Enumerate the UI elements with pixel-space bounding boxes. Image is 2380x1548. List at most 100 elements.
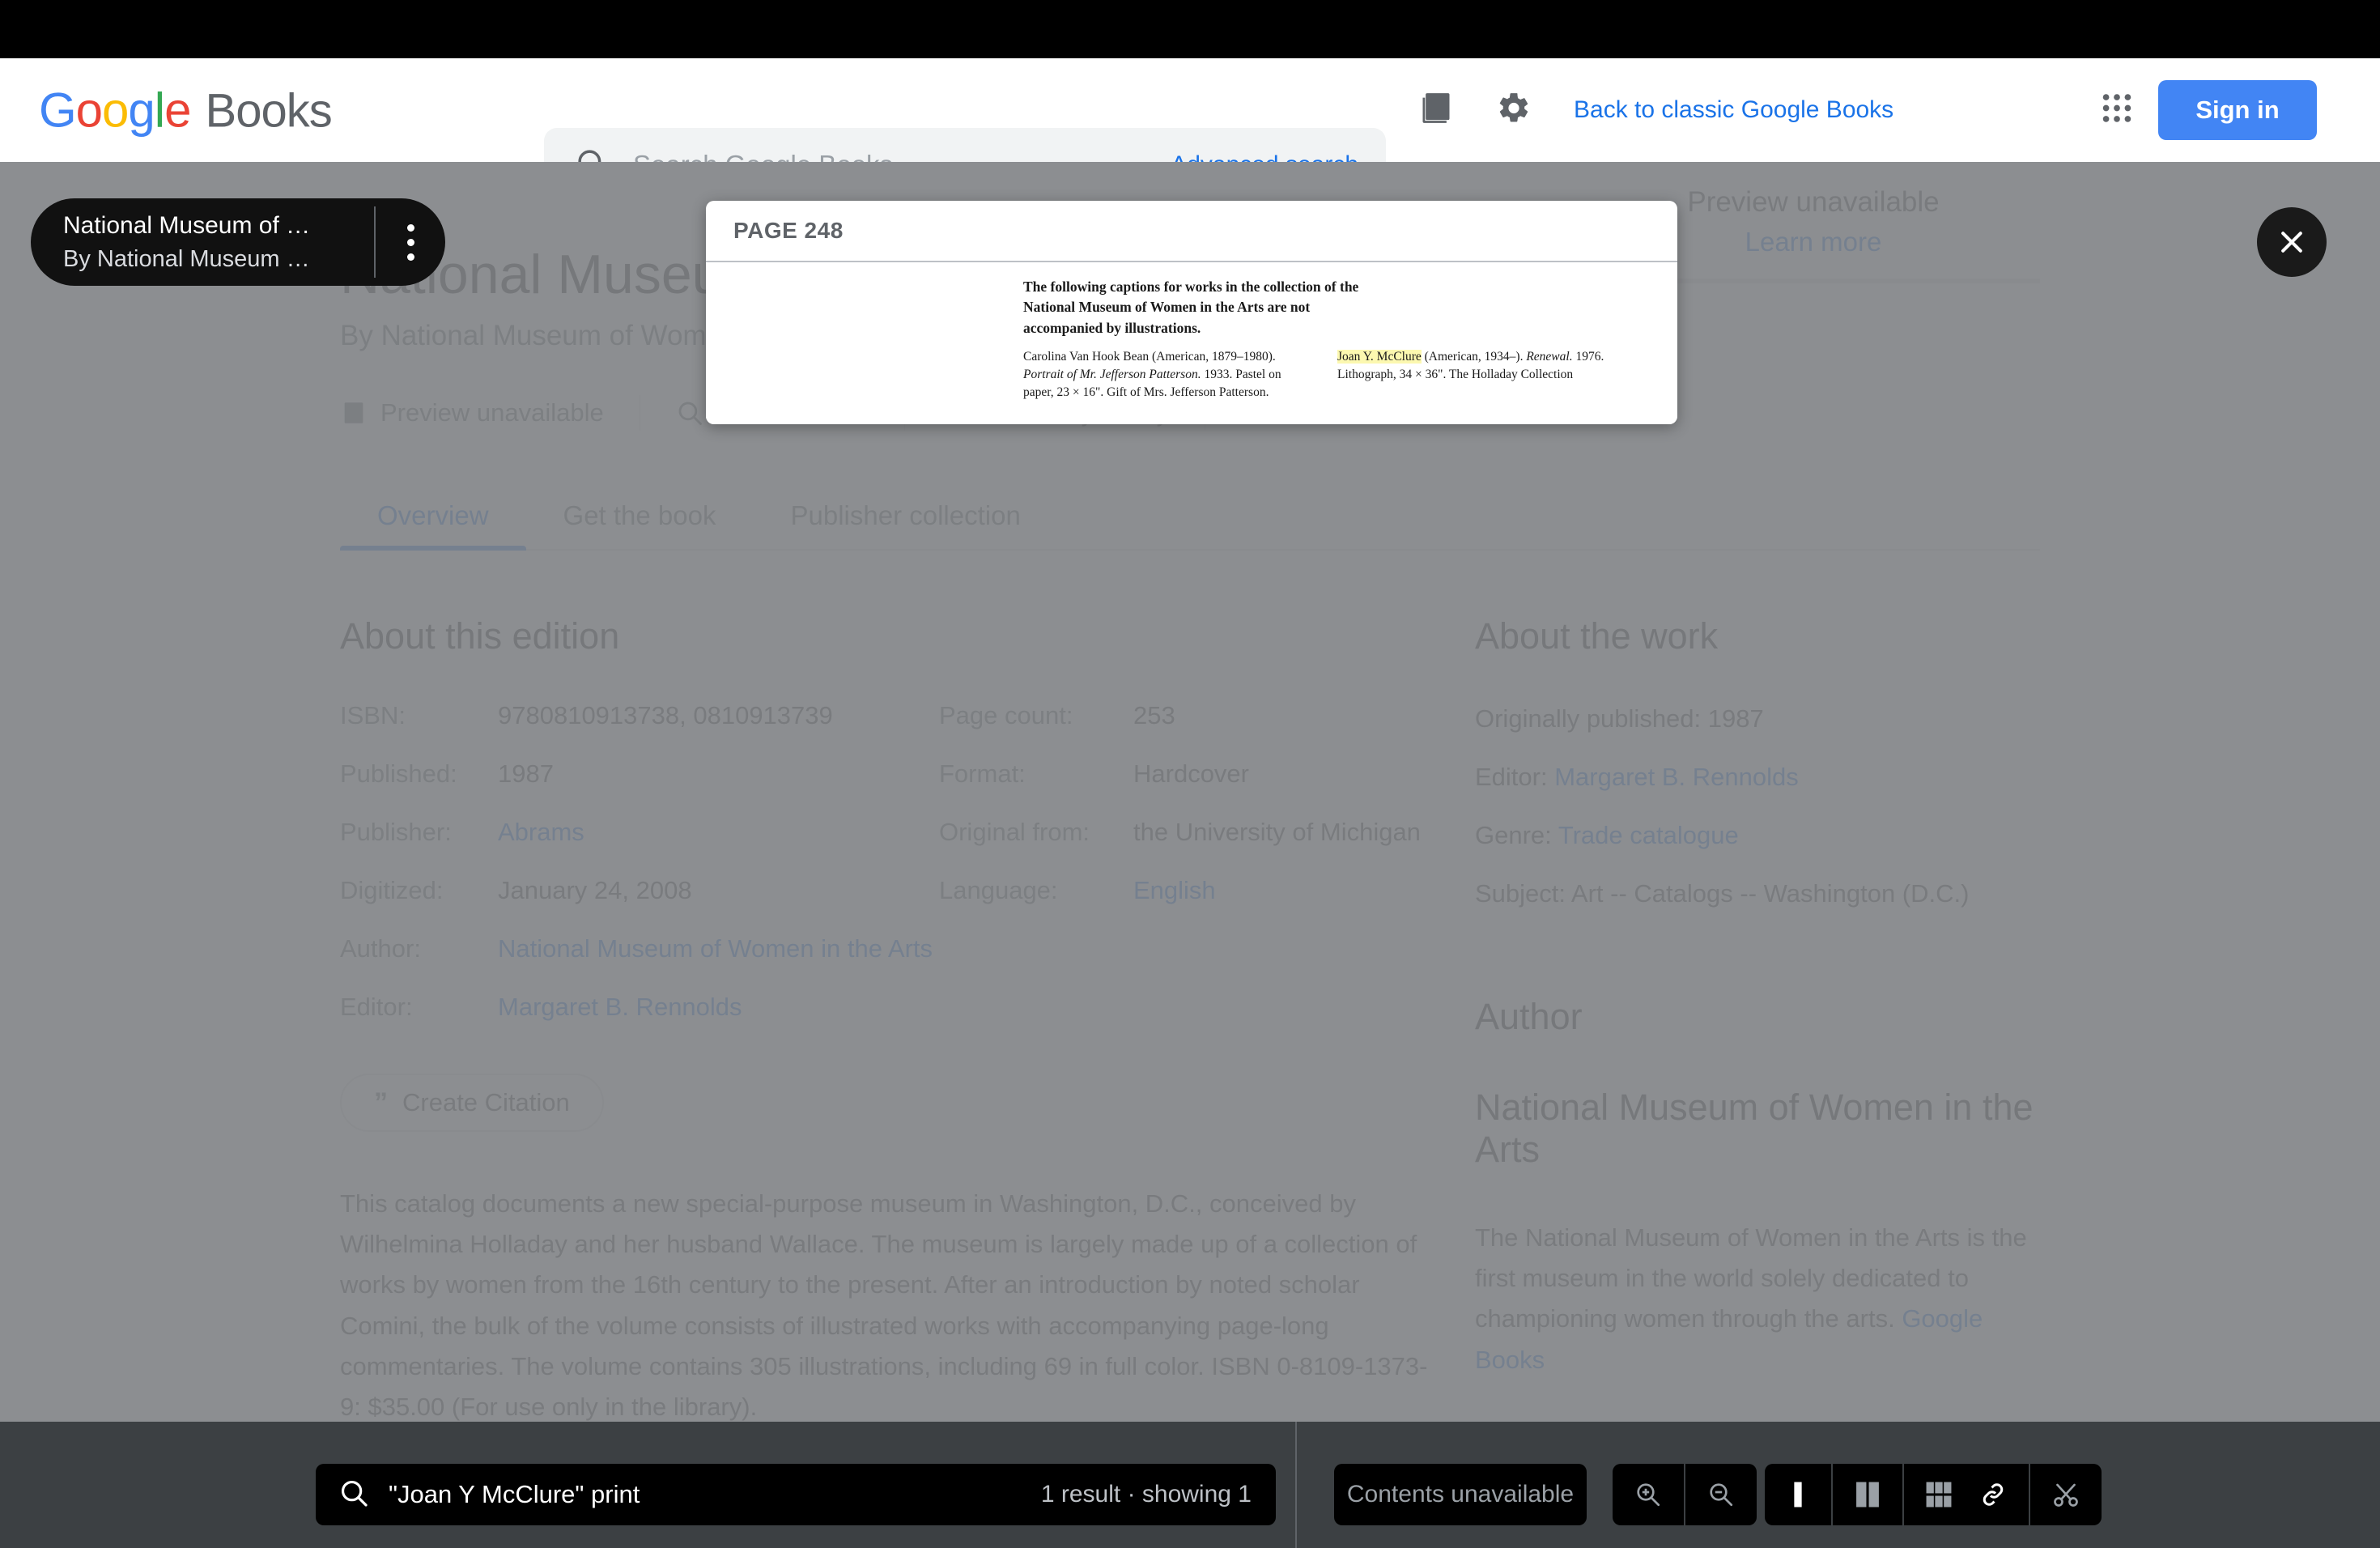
tab-publisher-collection[interactable]: Publisher collection (754, 500, 1058, 549)
tab-get-the-book[interactable]: Get the book (526, 500, 754, 549)
work-meta-subject: Subject: Art -- Catalogs -- Washington (… (1475, 879, 2042, 908)
work-meta-value-link[interactable]: Trade catalogue (1558, 821, 1739, 849)
more-vertical-icon[interactable] (376, 223, 445, 261)
contents-unavailable-button[interactable]: Contents unavailable (1334, 1464, 1587, 1525)
meta-value: 253 (1133, 701, 1175, 729)
close-button[interactable] (2257, 207, 2327, 277)
dot (406, 238, 414, 246)
in-book-search-query[interactable]: "Joan Y McClure" print (389, 1480, 1041, 1509)
work-meta-editor: Editor: Margaret B. Rennolds (1475, 763, 2042, 792)
snippet-caption-right: Joan Y. McClure (American, 1934–). Renew… (1337, 348, 1629, 384)
zoom-out-button[interactable] (1685, 1464, 1757, 1525)
about-this-edition-section: About this edition ISBN: 9780810913738, … (340, 615, 1441, 1422)
zoom-out-icon (1710, 1483, 1733, 1507)
meta-value-publisher-link[interactable]: Abrams (498, 818, 939, 847)
logo-letter-o2: o (102, 83, 129, 138)
link-button[interactable] (1957, 1464, 2029, 1525)
chip-author: By National Museum … (63, 245, 310, 272)
book-tabs: Overview Get the book Publisher collecti… (340, 486, 2040, 551)
meta-key-empty (939, 993, 1133, 1022)
share-tools-button-group (1957, 1464, 2102, 1525)
meta-key: Published: (340, 759, 457, 788)
about-the-work-section: About the work Originally published: 198… (1475, 615, 2042, 1422)
meta-key-empty (939, 934, 1133, 963)
meta-value-empty (1133, 993, 1441, 1022)
two-page-view-button[interactable] (1833, 1464, 1902, 1525)
meta-key: Editor: (340, 993, 413, 1021)
snippet-page-label: PAGE 248 (733, 218, 844, 243)
sign-in-button[interactable]: Sign in (2158, 80, 2317, 140)
snippet-page-image: The following captions for works in the … (706, 262, 1677, 424)
book-description: This catalog documents a new special-pur… (340, 1189, 1428, 1422)
meta-key: Author: (340, 934, 421, 963)
create-citation-button[interactable]: ” Create Citation (340, 1074, 604, 1132)
meta-key: Digitized: (340, 876, 444, 904)
caption-work-title: Renewal. (1526, 350, 1573, 364)
apps-grid-icon[interactable] (2098, 90, 2136, 131)
meta-value-language-link[interactable]: English (1133, 876, 1441, 905)
caption-work-title: Portrait of Mr. Jefferson Patterson. (1023, 368, 1201, 381)
page-snippet-popup[interactable]: PAGE 248 The following captions for work… (706, 201, 1677, 424)
floating-book-title-chip[interactable]: National Museum of … By National Museum … (31, 198, 445, 286)
meta-value-author-link[interactable]: National Museum of Women in the Arts (498, 934, 939, 963)
work-meta-value: 1987 (1707, 704, 1764, 733)
meta-value: the University of Michigan (1133, 818, 1421, 846)
zoom-in-icon (1637, 1483, 1660, 1507)
preview-unavailable-label: Preview unavailable (380, 398, 604, 427)
snippet-caption-left: Carolina Van Hook Bean (American, 1879–1… (1023, 348, 1315, 402)
logo-letter-g2: g (128, 83, 155, 138)
meta-key: Original from: (939, 818, 1090, 846)
work-metadata-list: Originally published: 1987 Editor: Marga… (1475, 704, 2042, 908)
logo-books-word: Books (205, 84, 333, 138)
dot (406, 223, 414, 232)
snippet-header: PAGE 248 (706, 201, 1677, 262)
gear-icon[interactable] (1496, 91, 1532, 130)
logo-letter-l: l (154, 83, 165, 138)
work-meta-prefix: Subject: (1475, 879, 1571, 908)
dot (406, 253, 414, 261)
about-edition-heading: About this edition (340, 615, 620, 657)
logo-letter-o1: o (75, 83, 103, 138)
meta-value-empty (1133, 934, 1441, 963)
book-preview-icon (344, 402, 363, 423)
logo-letter-g: G (39, 83, 77, 138)
meta-key: Language: (939, 876, 1058, 904)
zoom-in-button[interactable] (1613, 1464, 1684, 1525)
work-meta-prefix: Genre: (1475, 821, 1558, 849)
snippet-intro-text: The following captions for works in the … (1023, 279, 1359, 336)
logo-letter-e: e (164, 83, 191, 138)
meta-value: Hardcover (1133, 759, 1249, 788)
work-meta-prefix: Editor: (1475, 763, 1555, 791)
top-black-strip (0, 0, 2380, 58)
preview-unavailable-button[interactable]: Preview unavailable (340, 398, 640, 427)
quote-icon: ” (374, 1087, 388, 1118)
chip-title: National Museum of … (63, 211, 311, 239)
chip-text-block: National Museum of … By National Museum … (31, 212, 374, 273)
meta-value-editor-link[interactable]: Margaret B. Rennolds (498, 993, 939, 1022)
meta-key: Publisher: (340, 818, 452, 846)
library-books-icon[interactable] (1418, 91, 1454, 130)
google-books-page: Google Books Advanced search Back to cla (0, 0, 2380, 1548)
single-page-view-button[interactable] (1765, 1464, 1831, 1525)
two-page-view-icon (1856, 1482, 1879, 1508)
back-to-classic-link[interactable]: Back to classic Google Books (1574, 96, 1893, 124)
google-books-logo[interactable]: Google Books (39, 83, 333, 138)
view-mode-button-group (1765, 1464, 1974, 1525)
contents-unavailable-label: Contents unavailable (1346, 1481, 1575, 1508)
caption-artist: Carolina Van Hook Bean (American, 1879–1… (1023, 350, 1276, 364)
meta-value: January 24, 2008 (498, 876, 692, 904)
search-result-count: 1 result · showing 1 (1040, 1481, 1252, 1508)
work-meta-value-link[interactable]: Margaret B. Rennolds (1554, 763, 1799, 791)
meta-key: ISBN: (340, 701, 406, 729)
search-icon (338, 1478, 369, 1512)
single-page-view-icon (1794, 1482, 1802, 1508)
thumbnail-view-icon (1926, 1482, 1952, 1508)
in-book-search-bar[interactable]: "Joan Y McClure" print 1 result · showin… (316, 1464, 1276, 1525)
tab-overview[interactable]: Overview (340, 500, 526, 551)
work-meta-originally-published: Originally published: 1987 (1475, 704, 2042, 734)
work-meta-genre: Genre: Trade catalogue (1475, 821, 2042, 850)
link-icon (1983, 1483, 2004, 1506)
clip-button[interactable] (2030, 1464, 2102, 1525)
create-citation-label: Create Citation (402, 1088, 570, 1116)
author-name: National Museum of Women in the Arts (1475, 1087, 2034, 1170)
